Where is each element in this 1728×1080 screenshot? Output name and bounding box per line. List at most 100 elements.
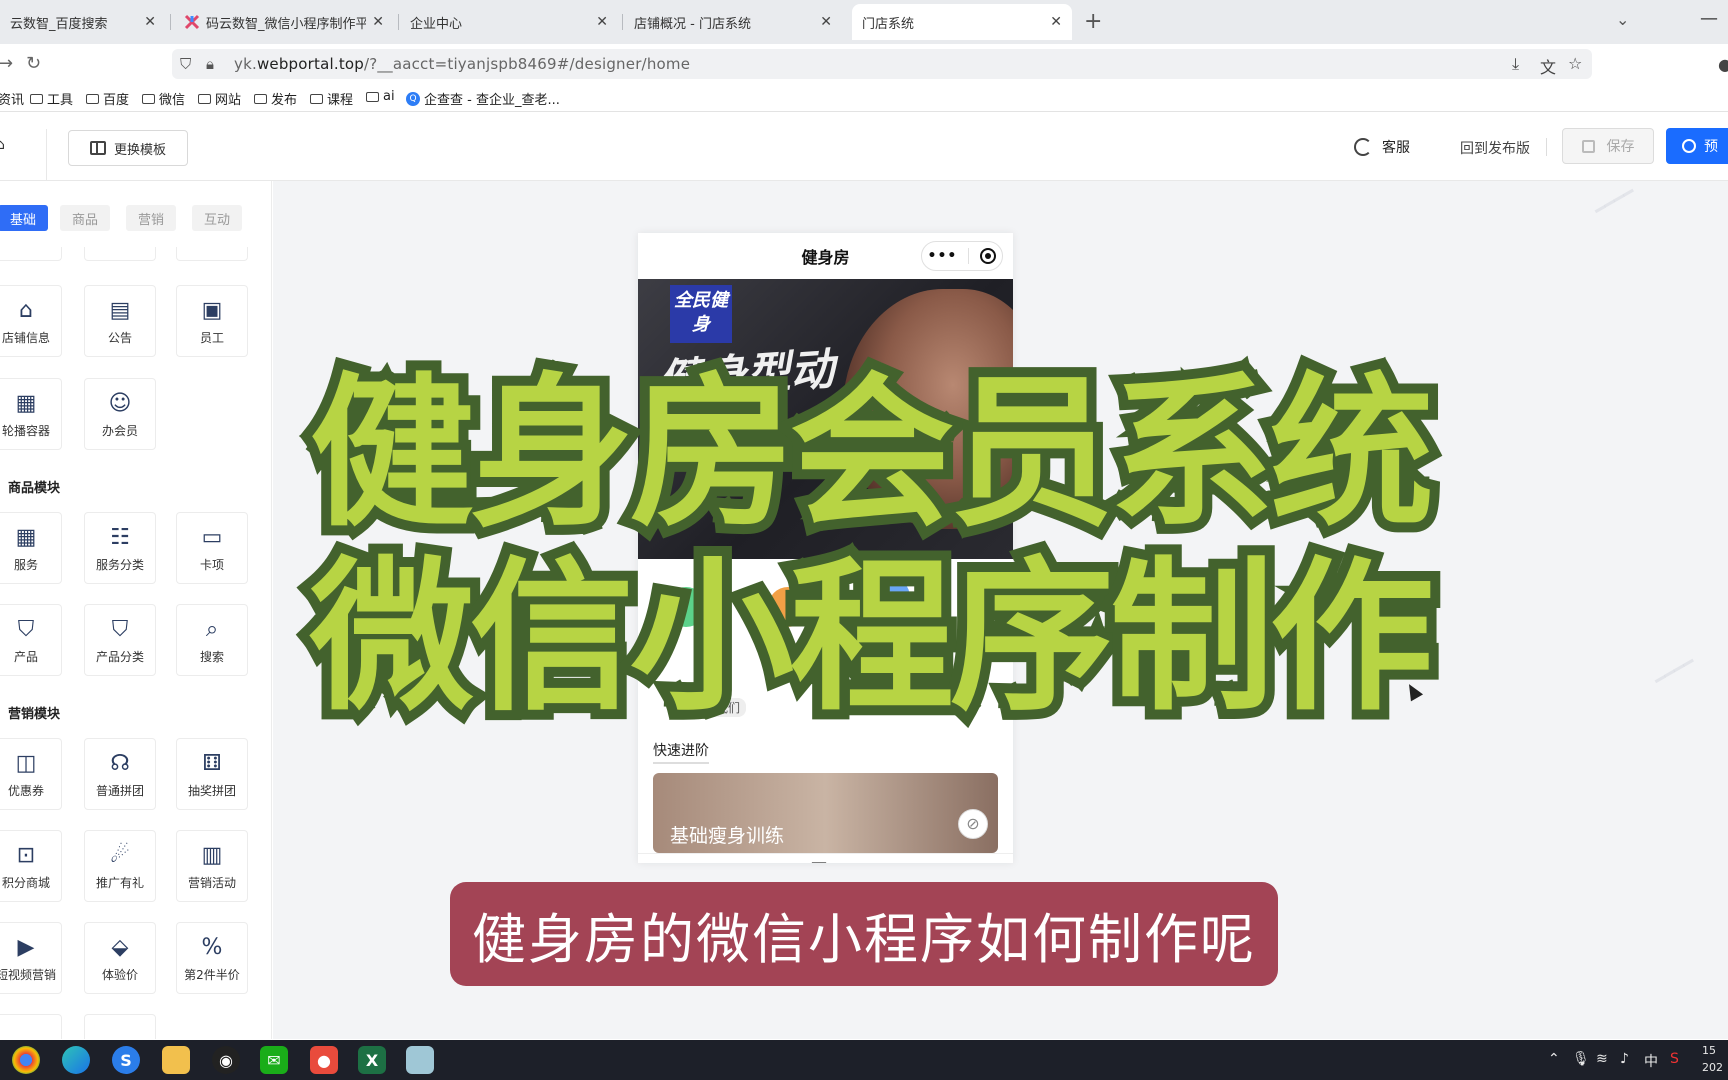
qq-icon[interactable]: ◉ — [212, 1046, 240, 1074]
notepad-icon[interactable] — [406, 1046, 434, 1074]
component-tile[interactable] — [176, 247, 248, 261]
component-marketing-activity[interactable]: ▥ 营销活动 — [176, 830, 248, 902]
tab-marketing[interactable]: 营销 — [126, 205, 176, 231]
component-trial-price[interactable]: ⬙ 体验价 — [84, 922, 156, 994]
component-second-half-price[interactable]: % 第2件半价 — [176, 922, 248, 994]
sogou-ime-icon[interactable]: S — [1670, 1051, 1679, 1067]
close-icon[interactable]: ✕ — [144, 14, 156, 30]
tray-chevron-icon[interactable]: ⌃ — [1548, 1051, 1560, 1067]
wifi-icon[interactable]: ≋ — [1596, 1051, 1608, 1067]
component-card[interactable]: ▭ 卡项 — [176, 512, 248, 584]
bookmark-folder[interactable]: 百度 — [86, 89, 129, 108]
course-title: 基础瘦身训练 — [670, 825, 785, 847]
component-member[interactable]: ☺ 办会员 — [84, 378, 156, 450]
browser-tab-active[interactable]: 门店系统 ✕ — [852, 4, 1072, 40]
change-template-button[interactable]: 更换模板 — [68, 130, 188, 166]
component-product[interactable]: ⛉ 产品 — [0, 604, 62, 676]
bookmark-folder[interactable]: 发布 — [254, 89, 297, 108]
bookmark-folder[interactable]: 网站 — [198, 89, 241, 108]
volume-icon[interactable]: ♪ — [1620, 1051, 1629, 1067]
screen-recorder-icon[interactable]: ● — [310, 1046, 338, 1074]
browser-tab[interactable]: 码云数智_微信小程序制作平台_ ✕ — [174, 4, 394, 40]
component-product-category[interactable]: ⛉ 产品分类 — [84, 604, 156, 676]
url-field[interactable]: ⛉ 🔒︎ yk.webportal.top/?__aacct=tiyanjspb… — [172, 49, 1592, 79]
close-icon[interactable]: ✕ — [596, 14, 608, 30]
bookmark-folder[interactable]: 课程 — [310, 89, 353, 108]
back-to-release-button[interactable]: 回到发布版 — [1460, 138, 1530, 158]
search-icon — [1682, 139, 1696, 153]
ime-indicator[interactable]: 中 — [1644, 1051, 1658, 1071]
change-template-label: 更换模板 — [113, 142, 166, 158]
card-icon[interactable]: ▭ — [936, 858, 955, 863]
wechat-icon[interactable]: ✉ — [260, 1046, 288, 1074]
mini-program-capsule[interactable]: ••• — [921, 241, 1003, 271]
browser-tab[interactable]: 企业中心 ✕ — [400, 4, 618, 40]
component-carousel[interactable]: ▦ 轮播容器 — [0, 378, 62, 450]
chrome-icon[interactable] — [12, 1046, 40, 1074]
sogou-icon[interactable]: S — [112, 1046, 140, 1074]
bookmark-qcc[interactable]: Q 企查查 - 查企业_查老... — [406, 89, 560, 108]
component-store-info[interactable]: ⌂ 店铺信息 — [0, 285, 62, 357]
component-coupon[interactable]: ◫ 优惠券 — [0, 738, 62, 810]
overlay-title-line1: 健身房会员系统 — [300, 354, 1444, 554]
translate-icon[interactable]: 文 — [1540, 54, 1556, 78]
tab-goods[interactable]: 商品 — [60, 205, 110, 231]
browser-tab[interactable]: 店铺概况 - 门店系统 ✕ — [624, 4, 842, 40]
tab-divider — [622, 14, 623, 30]
component-label: 产品分类 — [95, 649, 144, 664]
excel-icon[interactable]: X — [358, 1046, 386, 1074]
url-domain: webportal.top — [256, 55, 365, 73]
minimize-icon[interactable]: — — [1700, 8, 1718, 29]
preview-button[interactable]: 预 — [1666, 128, 1728, 164]
close-icon[interactable]: ✕ — [820, 14, 832, 30]
microphone-icon[interactable]: 🎙︎ — [1572, 1051, 1590, 1067]
bookmark-folder[interactable]: ai — [366, 89, 395, 104]
component-search[interactable]: ⌕ 搜索 — [176, 604, 248, 676]
save-button[interactable]: 保存 — [1562, 128, 1654, 164]
calendar-icon[interactable]: ☑ — [810, 858, 828, 863]
close-icon[interactable]: ✕ — [1050, 14, 1062, 30]
component-lottery-group[interactable]: ⚅ 抽奖拼团 — [176, 738, 248, 810]
component-referral[interactable]: ☄ 推广有礼 — [84, 830, 156, 902]
chevron-down-icon[interactable]: ⌄ — [1616, 10, 1629, 29]
bookmark-folder[interactable]: 工具 — [30, 89, 73, 108]
profile-icon[interactable]: ● — [1718, 55, 1728, 74]
component-tile[interactable] — [84, 1014, 156, 1039]
system-clock[interactable]: 15 202 — [1702, 1042, 1723, 1076]
component-service-category[interactable]: ☷ 服务分类 — [84, 512, 156, 584]
close-target-icon[interactable] — [980, 248, 997, 264]
component-service[interactable]: ▦ 服务 — [0, 512, 62, 584]
tab-basic[interactable]: 基础 — [0, 205, 48, 231]
home-icon[interactable]: ⌂ — [686, 858, 699, 863]
component-points-mall[interactable]: ⊡ 积分商城 — [0, 830, 62, 902]
folder-icon — [86, 93, 99, 104]
home-icon[interactable]: ⌂ — [0, 137, 5, 153]
star-icon[interactable]: ☆ — [1568, 54, 1582, 73]
megaphone-icon: ☄ — [110, 842, 130, 868]
component-tile[interactable] — [0, 1014, 62, 1039]
banner-badge: 全民健身 — [670, 285, 732, 343]
component-staff[interactable]: ▣ 员工 — [176, 285, 248, 357]
customer-service-button[interactable]: 客服 — [1354, 137, 1410, 157]
bookmark-item[interactable]: 资讯 — [0, 89, 24, 108]
file-explorer-icon[interactable] — [162, 1046, 190, 1074]
reload-icon[interactable]: ↻ — [26, 53, 41, 74]
close-icon[interactable]: ✕ — [372, 14, 384, 30]
download-icon[interactable]: ⤓ — [1512, 54, 1519, 74]
component-short-video[interactable]: ▶ 短视频营销 — [0, 922, 62, 994]
more-icon[interactable]: ••• — [928, 248, 958, 264]
component-notice[interactable]: ▤ 公告 — [84, 285, 156, 357]
browser-tab[interactable]: 云数智_百度搜索 ✕ — [0, 4, 166, 40]
new-tab-icon[interactable]: + — [1084, 9, 1102, 34]
component-tile[interactable] — [0, 247, 62, 261]
link-icon[interactable]: ⊘ — [958, 809, 988, 839]
course-card[interactable]: 基础瘦身训练 ⊘ — [653, 773, 998, 853]
component-group-buy[interactable]: ☊ 普通拼团 — [84, 738, 156, 810]
forward-icon[interactable]: → — [0, 53, 13, 74]
header-divider — [46, 129, 47, 181]
section-title-marketing: 营销模块 — [8, 707, 61, 722]
edge-icon[interactable] — [62, 1046, 90, 1074]
tab-interaction[interactable]: 互动 — [192, 205, 242, 231]
bookmark-folder[interactable]: 微信 — [142, 89, 185, 108]
component-tile[interactable] — [84, 247, 156, 261]
